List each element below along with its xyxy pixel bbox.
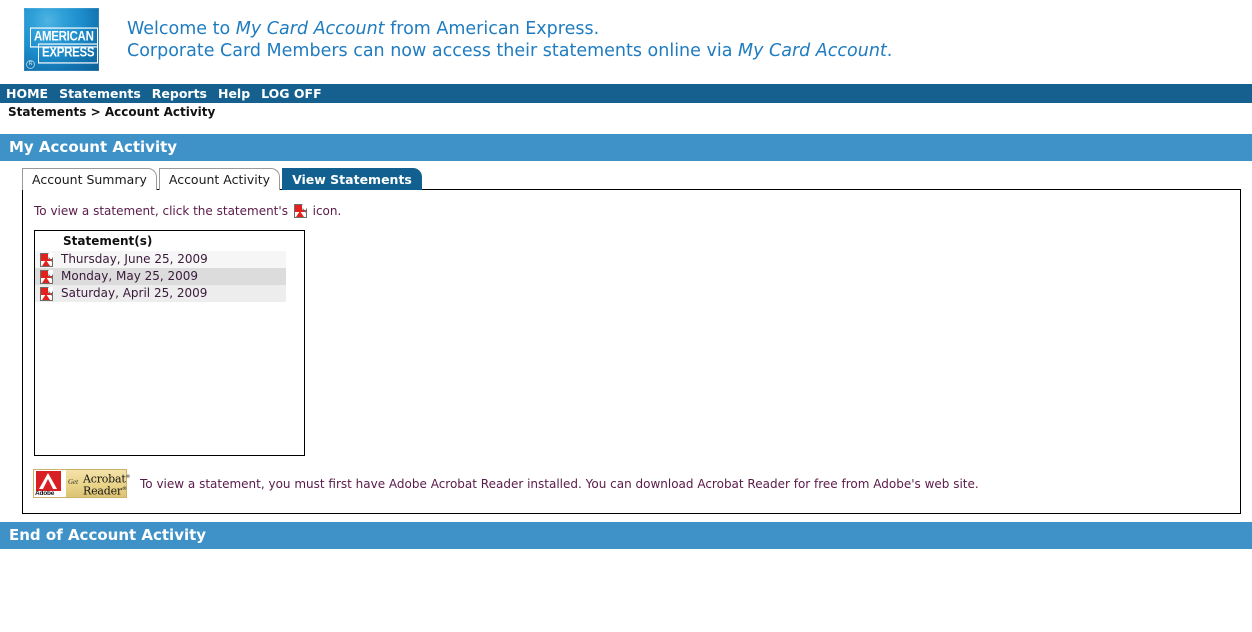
acrobat-reader-row: Adobe Get Acrobat® Reader® To view a sta…	[33, 469, 979, 498]
tab-view-statements[interactable]: View Statements	[282, 168, 422, 190]
nav-item-statements[interactable]: Statements	[59, 84, 141, 103]
acrobat-reader-note: To view a statement, you must first have…	[140, 476, 979, 491]
logo-text-express: EXPRESS	[38, 43, 99, 64]
breadcrumb: Statements > Account Activity	[8, 105, 216, 119]
welcome-line-2: Corporate Card Members can now access th…	[127, 40, 892, 62]
statement-pdf-link[interactable]	[35, 252, 61, 267]
nav-item-home[interactable]: HOME	[6, 84, 48, 103]
adobe-logo: Adobe	[34, 470, 66, 497]
pdf-icon[interactable]	[40, 252, 58, 267]
acrobat-badge-get: Get	[68, 478, 79, 486]
statement-pdf-link[interactable]	[35, 269, 61, 284]
statements-list-box: Statement(s) Thursday, June 25, 2009 Mon…	[34, 230, 305, 456]
welcome-line-2-b: .	[886, 41, 893, 61]
statements-list-header: Statement(s)	[63, 234, 153, 248]
pdf-icon-letter-a	[42, 293, 50, 300]
welcome-line-1-emphasis: My Card Account	[235, 19, 385, 39]
registered-mark-icon: R	[26, 60, 35, 69]
welcome-line-2-a: Corporate Card Members can now access th…	[127, 41, 738, 61]
american-express-logo: AMERICAN EXPRESS R	[24, 8, 99, 71]
content-panel: To view a statement, click the statement…	[22, 189, 1241, 514]
adobe-wordmark: Adobe	[35, 490, 55, 497]
page-title-band: My Account Activity	[0, 134, 1252, 161]
statement-date-label: Monday, May 25, 2009	[61, 269, 199, 283]
welcome-line-2-emphasis: My Card Account	[737, 41, 887, 61]
nav-item-log-off[interactable]: LOG OFF	[261, 84, 321, 103]
statement-row[interactable]: Thursday, June 25, 2009	[35, 251, 286, 268]
nav-item-help[interactable]: Help	[218, 84, 250, 103]
statement-row[interactable]: Saturday, April 25, 2009	[35, 285, 286, 302]
adobe-logo-a-inner	[43, 479, 53, 489]
statement-row[interactable]: Monday, May 25, 2009	[35, 268, 286, 285]
acrobat-badge-word-reader: Reader®	[83, 484, 127, 498]
masthead: AMERICAN EXPRESS R Welcome to My Card Ac…	[0, 0, 1252, 80]
tab-account-summary[interactable]: Account Summary	[22, 168, 157, 190]
tab-bar: Account Summary Account Activity View St…	[22, 168, 424, 190]
instruction-text-before: To view a statement, click the statement…	[34, 204, 288, 218]
welcome-message: Welcome to My Card Account from American…	[127, 18, 892, 62]
welcome-line-1: Welcome to My Card Account from American…	[127, 18, 892, 40]
welcome-line-1-a: Welcome to	[127, 19, 236, 39]
get-acrobat-reader-badge[interactable]: Adobe Get Acrobat® Reader®	[33, 469, 131, 498]
main-navigation-bar: HOME Statements Reports Help LOG OFF	[0, 84, 1252, 103]
welcome-line-1-b: from American Express.	[384, 19, 600, 39]
instruction-text-after: icon.	[312, 204, 342, 218]
pdf-icon[interactable]	[40, 269, 58, 284]
pdf-icon[interactable]	[40, 286, 58, 301]
statement-date-label: Saturday, April 25, 2009	[61, 286, 208, 300]
page-footer-band: End of Account Activity	[0, 522, 1252, 549]
pdf-icon-letter-a	[295, 211, 304, 217]
footer-title: End of Account Activity	[9, 526, 207, 544]
tab-account-activity[interactable]: Account Activity	[158, 168, 281, 190]
pdf-icon	[293, 204, 312, 218]
acrobat-badge-word-acrobat: Acrobat®	[83, 472, 131, 486]
nav-item-reports[interactable]: Reports	[152, 84, 207, 103]
statement-date-label: Thursday, June 25, 2009	[61, 252, 208, 266]
page-title: My Account Activity	[9, 138, 178, 156]
pdf-icon-letter-a	[42, 259, 50, 266]
pdf-icon-letter-a	[42, 276, 50, 283]
statement-pdf-link[interactable]	[35, 286, 61, 301]
view-statement-instruction: To view a statement, click the statement…	[34, 204, 341, 219]
acrobat-reader-wordmark: Get Acrobat® Reader®	[66, 470, 131, 498]
